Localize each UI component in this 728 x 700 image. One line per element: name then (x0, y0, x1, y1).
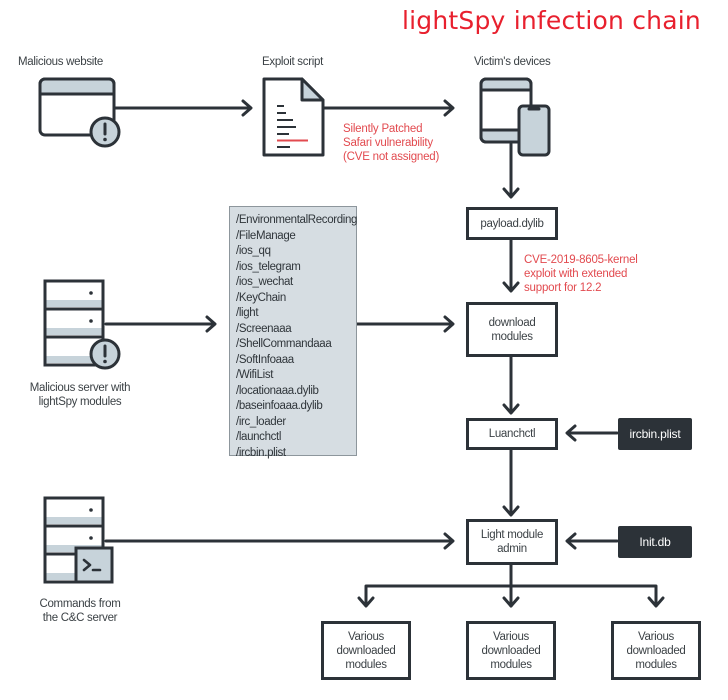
label-line: lightSpy modules (38, 396, 122, 408)
module-list-item: /ios_wechat (236, 276, 293, 288)
browser-warning-icon (38, 77, 121, 148)
module-list: /EnvironmentalRecording /FileManage /ios… (229, 206, 358, 459)
various-modules-node-1: Various downloaded modules (321, 621, 411, 680)
module-list-item: /baseinfoaaa.dylib (236, 400, 323, 412)
malicious-server-label: Malicious server with lightSpy modules (10, 381, 150, 409)
node-line: Light module (480, 529, 544, 541)
node-line: Various (492, 630, 530, 643)
payload-dylib-node: payload.dylib (466, 207, 558, 240)
note-line: Silently Patched (343, 123, 423, 135)
module-list-item: /light (236, 307, 259, 319)
node-line: download (488, 316, 536, 329)
note-line: (CVE not assigned) (343, 151, 440, 163)
server-warning-icon (43, 279, 121, 370)
node-line: Various (347, 630, 385, 643)
download-modules-node: download modules (466, 302, 558, 357)
node-line: Various (637, 630, 675, 643)
module-list-item: /KeyChain (236, 291, 286, 304)
note-line: exploit with extended (524, 268, 628, 280)
node-line: modules (345, 658, 387, 671)
kernel-exploit-note: CVE-2019-8605-kernel exploit with extend… (524, 253, 638, 295)
node-line: modules (491, 330, 533, 343)
various-modules-node-2: Various downloaded modules (466, 621, 556, 680)
node-line: downloaded (336, 644, 396, 657)
note-line: CVE-2019-8605-kernel (524, 254, 638, 266)
launchctl-node: Luanchctl (466, 418, 558, 450)
module-list-item: /locationaaa.dylib (236, 384, 319, 397)
label-line: the C&C server (42, 612, 118, 624)
cnc-server-label: Commands from the C&C server (10, 597, 150, 625)
module-list-item: /SoftInfoaaa (236, 353, 294, 366)
node-line: downloaded (626, 644, 686, 657)
light-module-admin-node: Light module admin (466, 519, 558, 565)
module-list-item: /ios_qq (236, 245, 271, 257)
tablet-phone-icon (479, 77, 551, 157)
module-list-item: /ios_telegram (236, 260, 301, 273)
module-list-item: /FileManage (236, 229, 296, 242)
module-list-item: /Screenaaa (236, 322, 292, 335)
module-list-item: /ShellCommandaaa (236, 338, 332, 350)
node-line: modules (635, 658, 677, 671)
module-list-item: /EnvironmentalRecording (236, 214, 358, 226)
init-db-node: Init.db (618, 526, 692, 558)
node-line: downloaded (481, 644, 541, 657)
module-list-item: /WifiList (236, 369, 274, 381)
module-list-item: /launchctl (236, 431, 282, 443)
node-line: modules (490, 658, 532, 671)
safari-vulnerability-note: Silently Patched Safari vulnerability (C… (343, 122, 439, 164)
note-line: Safari vulnerability (343, 137, 433, 149)
server-terminal-icon (43, 496, 114, 584)
label-line: Commands from (39, 598, 121, 610)
module-list-item: /irc_loader (236, 415, 286, 428)
exploit-script-label: Exploit script (262, 56, 323, 68)
victim-devices-label: Victim's devices (474, 56, 551, 68)
module-list-item: /ircbin.plist (236, 446, 286, 459)
note-line: support for 12.2 (524, 282, 602, 294)
document-icon (262, 77, 325, 157)
various-modules-node-3: Various downloaded modules (611, 621, 701, 680)
malicious-website-label: Malicious website (18, 56, 104, 68)
label-line: Malicious server with (29, 382, 131, 394)
ircbin-plist-node: ircbin.plist (618, 418, 692, 450)
node-line: admin (497, 543, 527, 555)
